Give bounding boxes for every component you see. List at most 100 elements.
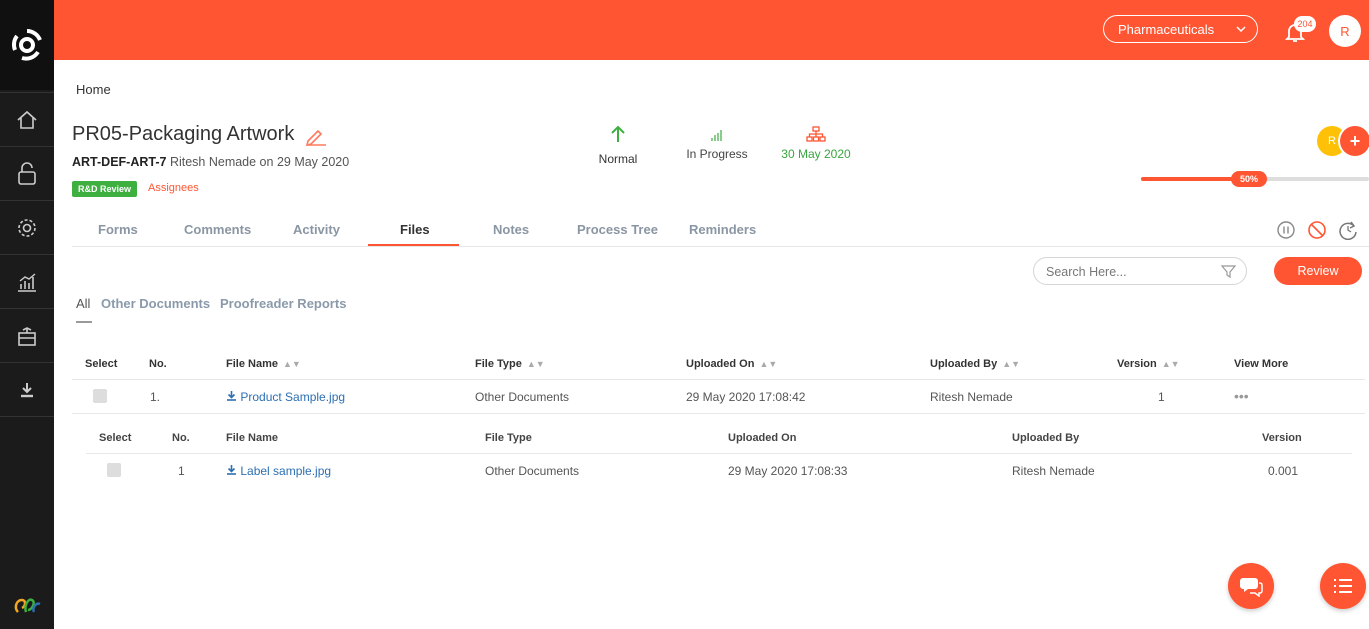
- sidebar-item-lock[interactable]: [0, 146, 54, 200]
- sort-icon: ▲▼: [1161, 359, 1180, 369]
- col-uploaded-on[interactable]: Uploaded On ▲▼: [686, 358, 777, 370]
- col-select: Select: [85, 358, 118, 370]
- download-icon: [227, 465, 236, 475]
- main-content: Home PR05-Packaging Artwork ART-DEF-ART-…: [54, 60, 1369, 629]
- block-icon[interactable]: [1307, 220, 1327, 240]
- version-row-uploaded-by: Ritesh Nemade: [1012, 464, 1095, 478]
- row-checkbox[interactable]: [93, 389, 107, 403]
- version-col-select: Select: [99, 432, 132, 444]
- priority-status: Normal: [589, 125, 647, 166]
- version-col-uploaded-by: Uploaded By: [1012, 432, 1080, 444]
- sidebar: [0, 0, 54, 629]
- subtab-other-documents[interactable]: Other Documents: [101, 296, 210, 311]
- box-icon: [18, 326, 36, 346]
- chevron-down-icon: [1236, 26, 1246, 33]
- col-file-name[interactable]: File Name ▲▼: [226, 358, 301, 370]
- hierarchy-icon: [806, 126, 826, 142]
- version-row-version: 0.001: [1268, 464, 1299, 478]
- version-row-file-type: Other Documents: [485, 464, 580, 478]
- download-icon: [227, 391, 236, 401]
- tab-reminders[interactable]: Reminders: [689, 222, 756, 237]
- col-uploaded-on-label: Uploaded On: [686, 358, 755, 370]
- signal-bars-icon: [711, 130, 722, 141]
- tab-process-tree[interactable]: Process Tree: [577, 222, 658, 237]
- version-col-file-type: File Type: [485, 432, 532, 444]
- filter-icon[interactable]: [1221, 264, 1236, 279]
- gear-icon: [18, 218, 36, 237]
- version-col-uploaded-on: Uploaded On: [728, 432, 797, 444]
- sidebar-item-inventory[interactable]: [0, 308, 54, 362]
- tab-notes[interactable]: Notes: [493, 222, 529, 237]
- row-uploaded-by: Ritesh Nemade: [930, 390, 1013, 404]
- col-version[interactable]: Version ▲▼: [1117, 358, 1180, 370]
- col-version-label: Version: [1117, 358, 1157, 370]
- menu-button[interactable]: [1320, 563, 1366, 609]
- subtab-all[interactable]: All: [76, 296, 90, 311]
- view-more-icon[interactable]: •••: [1234, 388, 1249, 404]
- tab-bar: Forms Comments Activity Files Notes Proc…: [72, 210, 1369, 247]
- row-version: 1: [1158, 390, 1165, 404]
- review-button[interactable]: Review: [1274, 257, 1362, 285]
- search-box: [1033, 257, 1247, 285]
- arrow-up-icon: [611, 125, 625, 142]
- progress-percent-label: 50%: [1231, 171, 1267, 187]
- user-avatar[interactable]: R: [1329, 15, 1361, 47]
- sort-icon: ▲▼: [526, 359, 545, 369]
- pause-icon[interactable]: [1276, 220, 1296, 240]
- job-created-by: Ritesh Nemade on 29 May 2020: [169, 155, 350, 169]
- stage-tag: R&D Review: [72, 181, 138, 197]
- version-file-link[interactable]: Label sample.jpg: [226, 464, 331, 478]
- sidebar-item-settings[interactable]: [0, 200, 54, 254]
- app-logo[interactable]: [0, 0, 54, 90]
- list-icon: [1334, 579, 1352, 593]
- sort-icon: ▲▼: [759, 359, 778, 369]
- tab-comments[interactable]: Comments: [184, 222, 251, 237]
- version-row-no: 1: [178, 464, 185, 478]
- version-col-version: Version: [1262, 432, 1302, 444]
- col-file-type[interactable]: File Type ▲▼: [475, 358, 545, 370]
- add-assignee-button[interactable]: +: [1340, 126, 1369, 156]
- tab-files[interactable]: Files: [400, 222, 430, 237]
- priority-label: Normal: [598, 152, 638, 166]
- status-label: In Progress: [686, 147, 748, 161]
- version-col-no: No.: [172, 432, 190, 444]
- col-uploaded-by[interactable]: Uploaded By ▲▼: [930, 358, 1020, 370]
- progress-status: In Progress: [682, 128, 752, 161]
- notification-badge: 204: [1294, 16, 1316, 32]
- active-subtab-indicator: [76, 321, 92, 323]
- sidebar-item-reports[interactable]: [0, 254, 54, 308]
- app-logo-icon: [11, 29, 42, 61]
- subtab-proofreader-reports[interactable]: Proofreader Reports: [220, 296, 346, 311]
- due-date-status: 30 May 2020: [776, 126, 856, 161]
- version-header-divider: [86, 453, 1352, 454]
- version-col-file-name: File Name: [226, 432, 278, 444]
- page-title: PR05-Packaging Artwork: [72, 123, 295, 145]
- sidebar-item-download[interactable]: [0, 362, 54, 417]
- edit-icon[interactable]: [304, 126, 328, 146]
- workspace-label: Pharmaceuticals: [1118, 21, 1215, 37]
- row-no: 1.: [150, 390, 161, 404]
- sort-icon: ▲▼: [282, 359, 301, 369]
- col-file-name-label: File Name: [226, 358, 278, 370]
- home-icon: [17, 110, 37, 129]
- reload-icon[interactable]: [1338, 220, 1358, 240]
- file-name: Product Sample.jpg: [240, 390, 346, 404]
- active-tab-indicator: [368, 244, 459, 246]
- sort-icon: ▲▼: [1002, 359, 1021, 369]
- version-row-uploaded-on: 29 May 2020 17:08:33: [728, 464, 848, 478]
- assignees-link[interactable]: Assignees: [148, 182, 199, 194]
- workspace-select[interactable]: Pharmaceuticals: [1103, 15, 1258, 43]
- tab-forms[interactable]: Forms: [98, 222, 138, 237]
- file-link[interactable]: Product Sample.jpg: [226, 390, 345, 404]
- chat-button[interactable]: [1228, 563, 1274, 609]
- search-input[interactable]: [1044, 262, 1218, 282]
- row-file-type: Other Documents: [475, 390, 570, 404]
- col-file-type-label: File Type: [475, 358, 522, 370]
- version-row-checkbox[interactable]: [107, 463, 121, 477]
- chat-icon: [1240, 578, 1263, 597]
- sidebar-item-home[interactable]: [0, 92, 54, 146]
- col-no: No.: [149, 358, 167, 370]
- tab-activity[interactable]: Activity: [293, 222, 340, 237]
- breadcrumb[interactable]: Home: [76, 82, 111, 97]
- col-uploaded-by-label: Uploaded By: [930, 358, 998, 370]
